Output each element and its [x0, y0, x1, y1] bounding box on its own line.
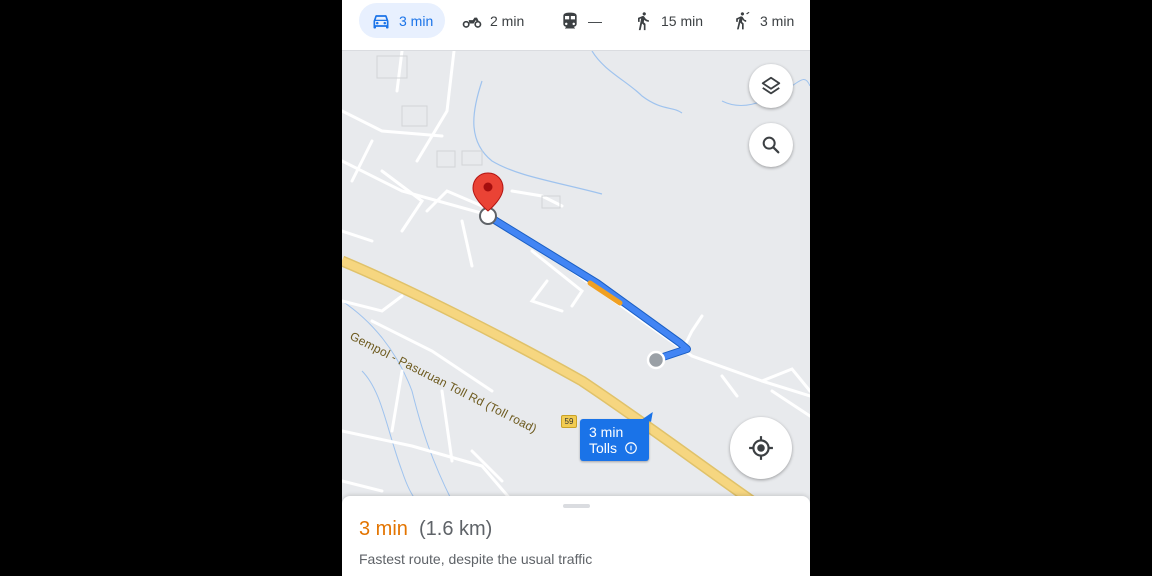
my-location-button[interactable]	[730, 417, 792, 479]
route-summary-sheet[interactable]: 3 min (1.6 km) Fastest route, despite th…	[342, 496, 810, 576]
route-label-tolls-row: Tolls	[589, 440, 649, 456]
map-view[interactable]: Gempol - Pasuruan Toll Rd (Toll road) 59…	[342, 51, 810, 501]
layers-button[interactable]	[749, 64, 793, 108]
search-button[interactable]	[749, 123, 793, 167]
layers-icon	[761, 76, 781, 95]
mode-motorcycle-label: 2 min	[490, 12, 525, 29]
mode-driving[interactable]: 3 min	[359, 3, 446, 38]
mode-walking[interactable]: 15 min	[633, 3, 703, 38]
walking-icon	[638, 11, 649, 30]
route-info-label[interactable]: 3 min Tolls	[580, 410, 653, 461]
phone-screen: 3 min 2 min — 15 min 3 min Gempol - Pasu…	[342, 0, 810, 576]
road-shield: 59	[561, 415, 577, 428]
travel-mode-bar: 3 min 2 min — 15 min 3 min	[342, 0, 810, 51]
mode-driving-label: 3 min	[399, 12, 434, 29]
route-distance: (1.6 km)	[419, 518, 493, 540]
motorcycle-icon	[462, 17, 482, 28]
mode-motorcycle[interactable]: 2 min	[462, 3, 524, 38]
toll-info-icon	[625, 442, 637, 454]
route-label-time: 3 min	[589, 424, 624, 440]
mode-transit[interactable]: —	[560, 3, 602, 38]
origin-marker	[646, 350, 666, 370]
my-location-icon	[749, 436, 773, 460]
mode-ride-hailing[interactable]: 3 min	[732, 3, 794, 38]
route-duration: 3 min	[359, 518, 408, 540]
transit-icon	[563, 12, 577, 28]
mode-transit-label: —	[588, 12, 602, 29]
search-icon	[762, 136, 780, 154]
route-label-tolls: Tolls	[589, 440, 618, 456]
route-description: Fastest route, despite the usual traffic	[359, 551, 593, 567]
route-label-tail	[641, 410, 653, 422]
mode-ride-hailing-label: 3 min	[760, 12, 795, 29]
car-icon	[373, 14, 389, 28]
ride-hailing-icon	[736, 11, 750, 29]
sheet-drag-handle[interactable]	[563, 504, 590, 508]
mode-walking-label: 15 min	[661, 12, 704, 29]
